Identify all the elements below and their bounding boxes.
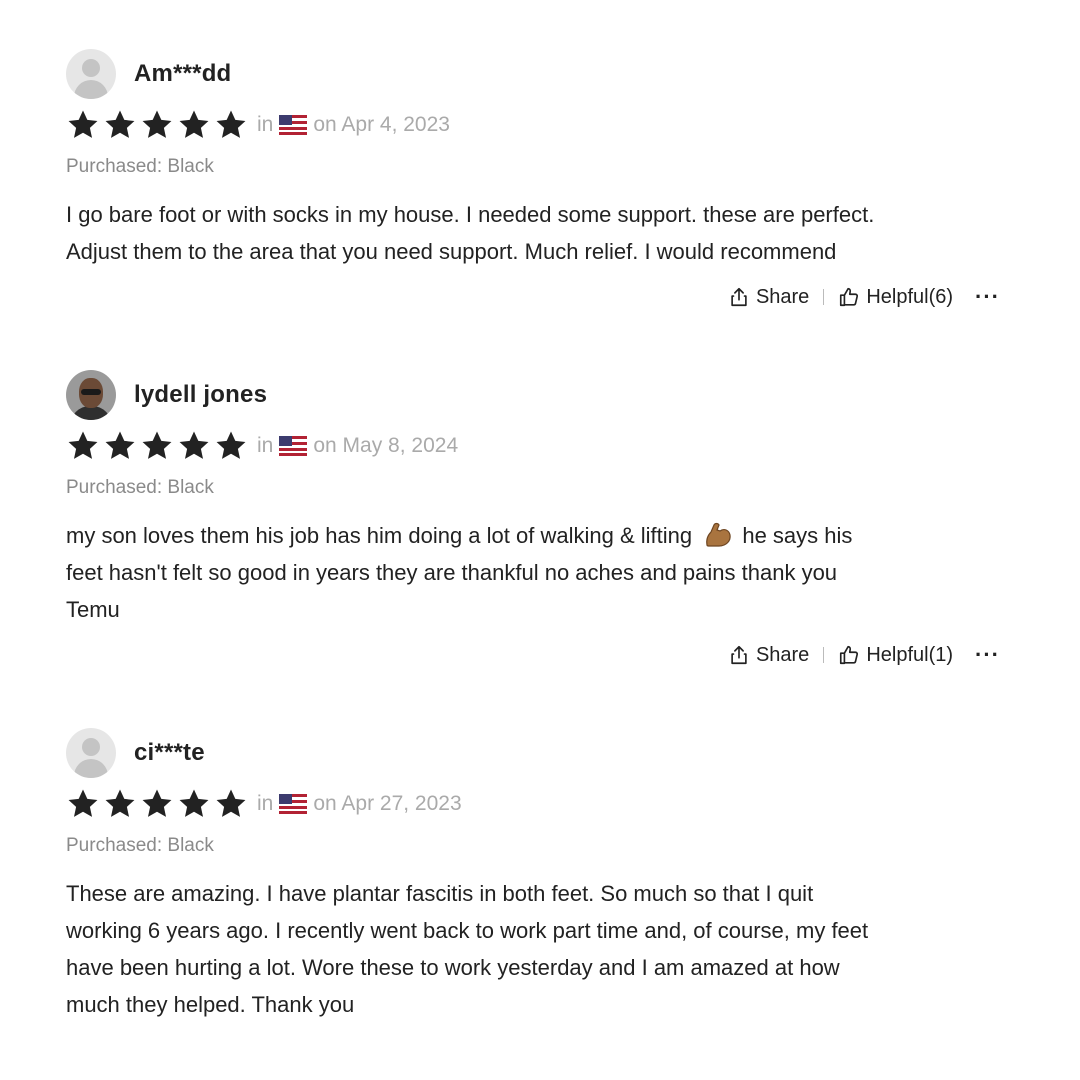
star-icon [66, 108, 100, 142]
share-button[interactable]: Share [728, 286, 809, 309]
star-rating [66, 108, 251, 142]
us-flag-icon [279, 115, 308, 135]
review-header: Am***dd [66, 48, 1006, 100]
share-icon [731, 645, 747, 665]
star-icon [140, 787, 174, 821]
star-icon [214, 429, 248, 463]
avatar [66, 49, 116, 99]
review-text-line: have been hurting a lot. Wore these to w… [66, 955, 840, 980]
in-label: in [257, 113, 274, 136]
helpful-button[interactable]: Helpful(1) [838, 644, 953, 667]
share-button[interactable]: Share [728, 644, 809, 667]
star-icon [103, 108, 137, 142]
reviewer-name: lydell jones [134, 381, 268, 408]
reviewer-name: Am***dd [134, 60, 232, 87]
star-icon [177, 429, 211, 463]
purchased-variant: Purchased: Black [66, 156, 214, 177]
more-options-icon[interactable]: ··· [975, 284, 1000, 310]
more-options-icon[interactable]: ··· [975, 642, 1000, 668]
thumbs-up-icon [840, 645, 859, 665]
star-rating [66, 429, 251, 463]
divider [823, 647, 825, 663]
review-date: on Apr 27, 2023 [313, 792, 462, 815]
avatar [66, 370, 116, 420]
review-text-segment: my son loves them his job has him doing … [66, 523, 693, 548]
review-item: Am***dd in on Apr 4, 2023 Purchased: Bla… [66, 48, 1006, 310]
share-icon [731, 287, 747, 307]
review-text: I go bare foot or with socks in my house… [66, 196, 1006, 270]
star-icon [66, 787, 100, 821]
review-text-segment: he says his [742, 523, 853, 548]
review-text-line: These are amazing. I have plantar fascit… [66, 881, 814, 906]
review-meta: in on Apr 27, 2023 [66, 787, 1006, 821]
review-text-line: feet hasn't felt so good in years they a… [66, 560, 838, 585]
helpful-label: Helpful(6) [866, 285, 954, 308]
review-date: on Apr 4, 2023 [313, 113, 450, 136]
helpful-label: Helpful(1) [866, 643, 954, 666]
helpful-button[interactable]: Helpful(6) [838, 286, 953, 309]
star-icon [177, 787, 211, 821]
review-text-line: working 6 years ago. I recently went bac… [66, 918, 869, 943]
review-actions: Share Helpful(1) ··· [66, 642, 1006, 668]
review-text-line: I go bare foot or with socks in my house… [66, 202, 875, 227]
avatar [66, 728, 116, 778]
review-text-line: Temu [66, 597, 120, 622]
review-text-line: my son loves them his job has him doing … [66, 517, 1006, 554]
divider [823, 289, 825, 305]
review-text-line: Adjust them to the area that you need su… [66, 239, 837, 264]
review-actions: Share Helpful(6) ··· [66, 284, 1006, 310]
purchased-variant: Purchased: Black [66, 835, 214, 856]
review-date: on May 8, 2024 [313, 434, 459, 457]
review-text: These are amazing. I have plantar fascit… [66, 875, 1006, 1023]
star-icon [66, 429, 100, 463]
review-text: my son loves them his job has him doing … [66, 517, 1006, 628]
reviews-list: Am***dd in on Apr 4, 2023 Purchased: Bla… [0, 0, 1080, 1080]
review-header: lydell jones [66, 369, 1006, 421]
star-icon [103, 429, 137, 463]
star-icon [214, 787, 248, 821]
reviewer-name: ci***te [134, 739, 205, 766]
share-label: Share [755, 643, 810, 666]
star-icon [103, 787, 137, 821]
us-flag-icon [279, 436, 308, 456]
review-item: ci***te in on Apr 27, 2023 Purchased: Bl… [66, 727, 1006, 1023]
review-meta: in on Apr 4, 2023 [66, 108, 1006, 142]
star-icon [214, 108, 248, 142]
thumbs-up-icon [840, 287, 859, 307]
us-flag-icon [279, 794, 308, 814]
review-text-line: much they helped. Thank you [66, 992, 355, 1017]
review-header: ci***te [66, 727, 1006, 779]
review-item: lydell jones in on May 8, 2024 Purchased… [66, 369, 1006, 668]
star-icon [177, 108, 211, 142]
in-label: in [257, 434, 274, 457]
review-meta: in on May 8, 2024 [66, 429, 1006, 463]
star-rating [66, 787, 251, 821]
purchased-variant: Purchased: Black [66, 477, 214, 498]
flexed-biceps-emoji [706, 522, 731, 547]
star-icon [140, 429, 174, 463]
in-label: in [257, 792, 274, 815]
star-icon [140, 108, 174, 142]
share-label: Share [755, 285, 810, 308]
